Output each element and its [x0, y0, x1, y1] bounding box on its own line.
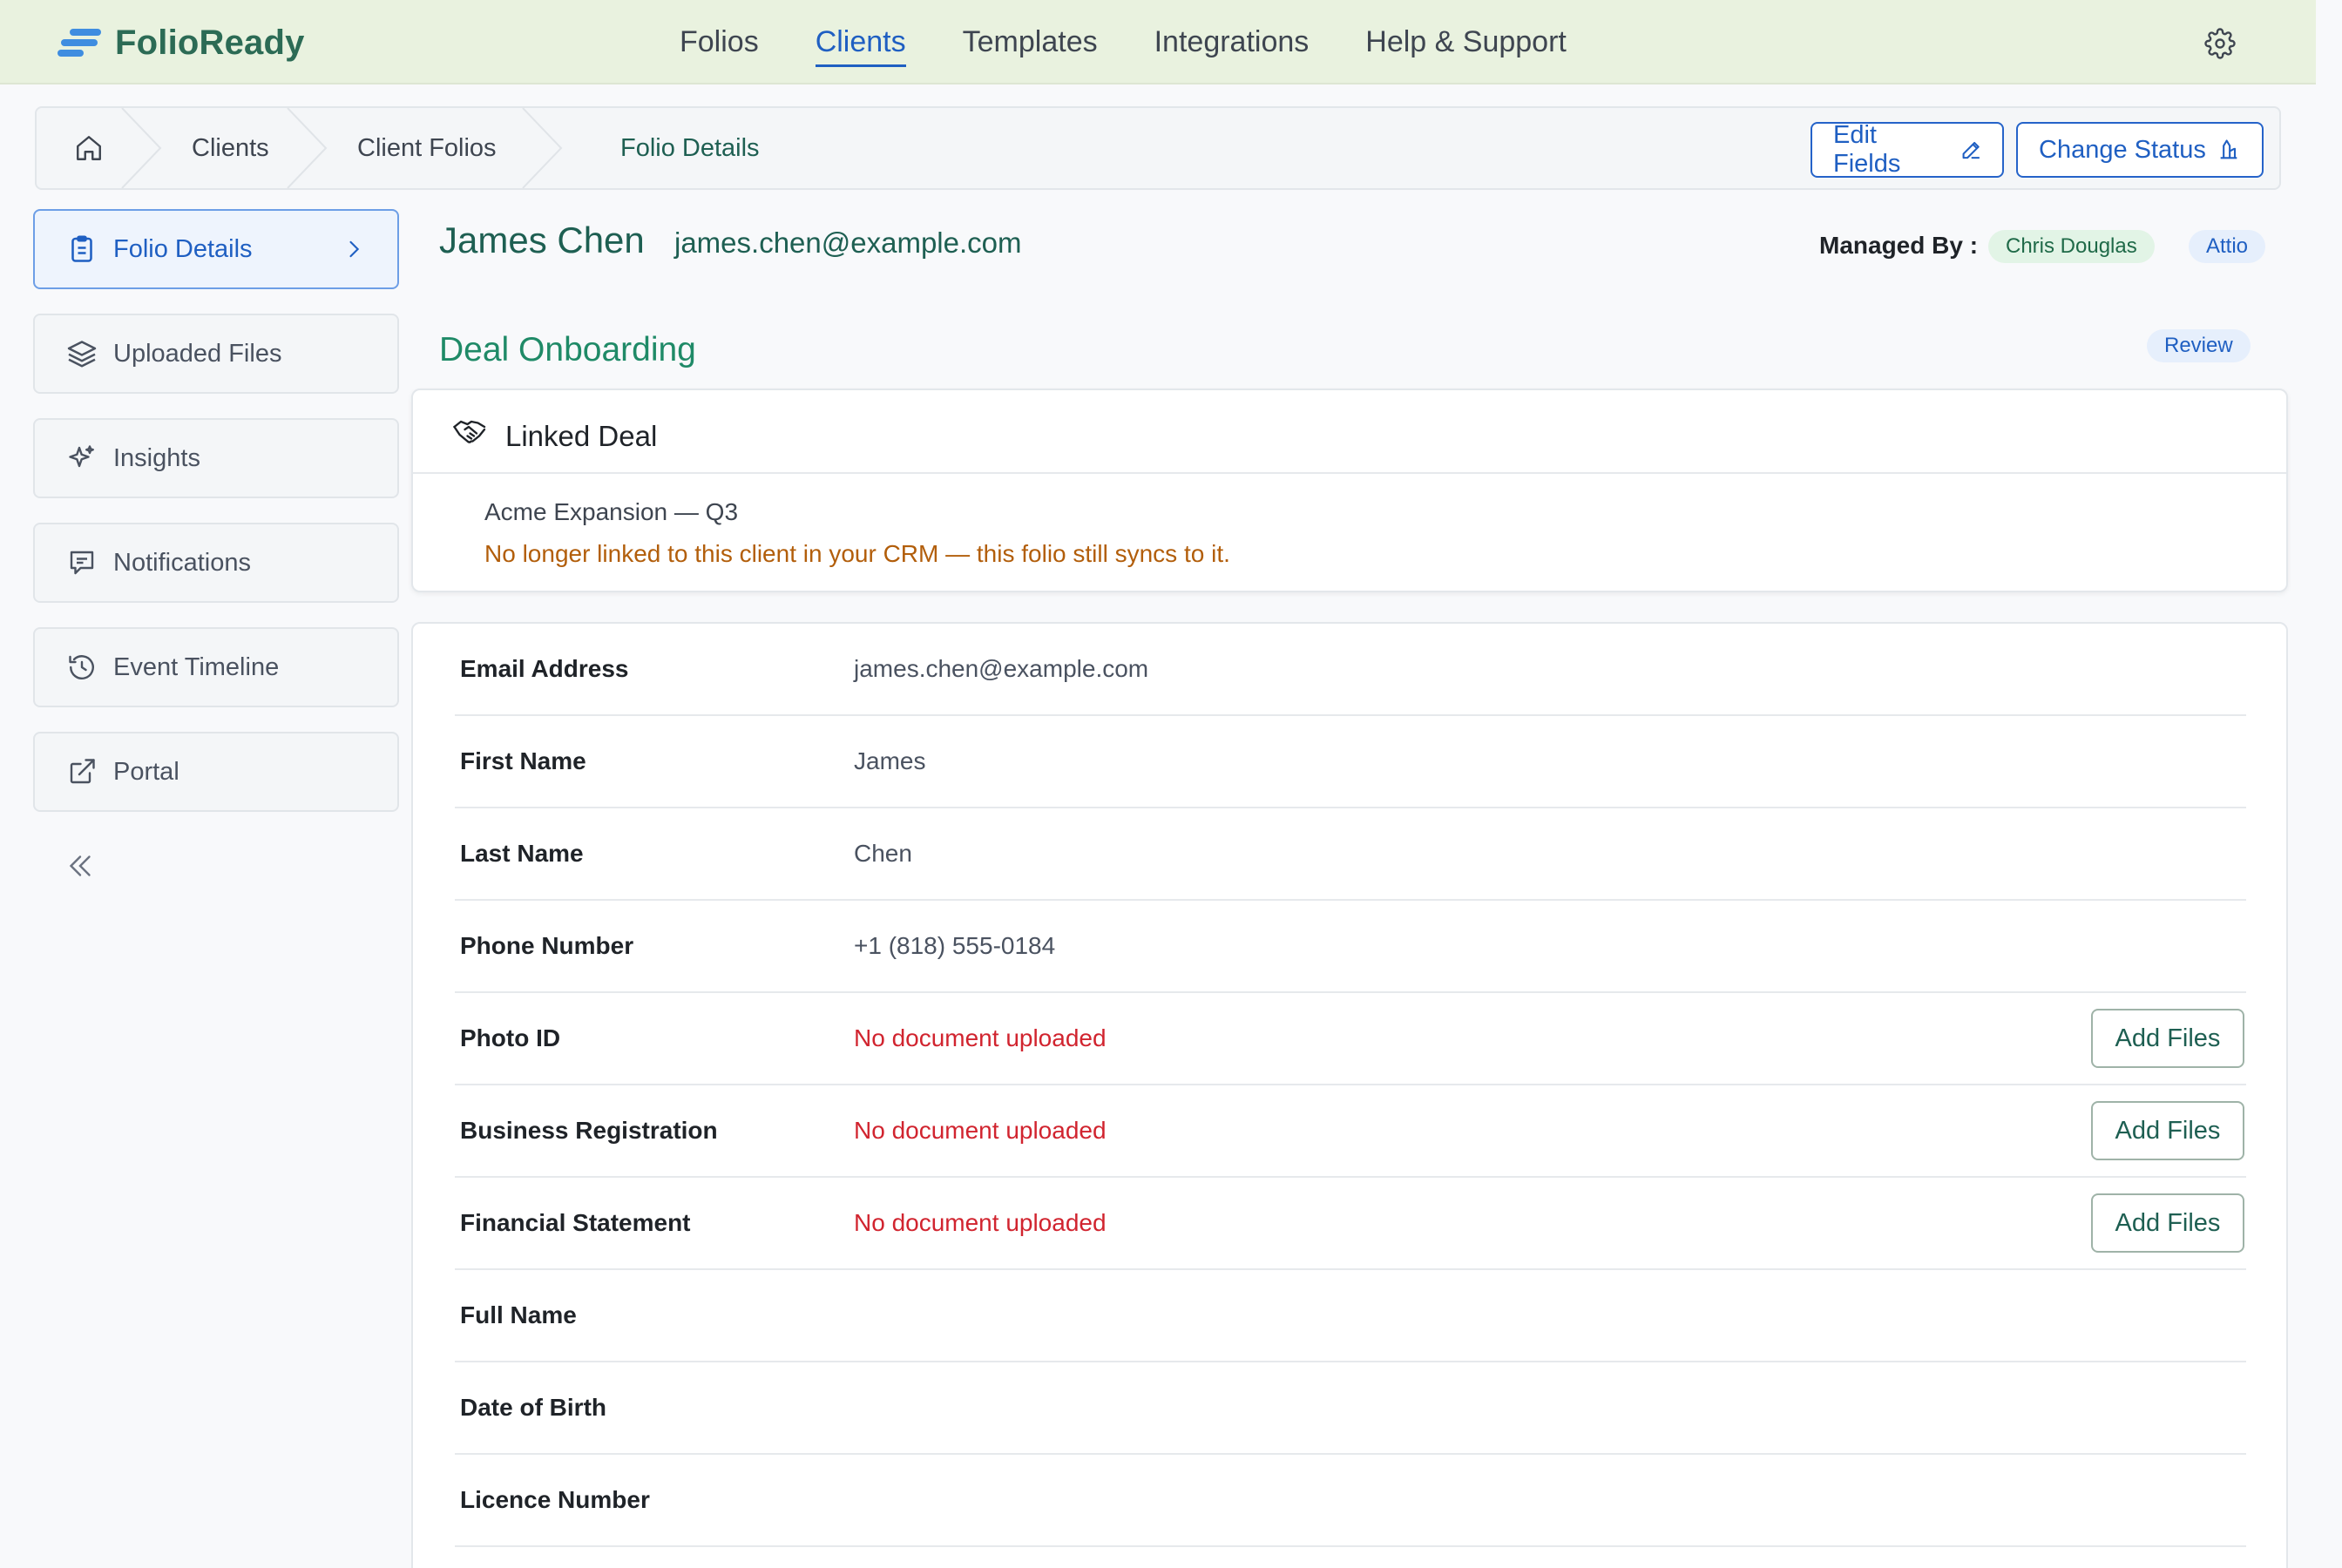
change-status-label: Change Status — [2039, 135, 2206, 164]
field-label: Last Name — [460, 840, 584, 867]
crm-badge[interactable]: Attio — [2189, 230, 2266, 263]
home-icon — [77, 136, 101, 160]
field-row-photo-id: Photo ID No document uploaded Add Files — [455, 993, 2246, 1085]
field-row-business-registration: Business Registration No document upload… — [455, 1085, 2246, 1178]
linked-deal-card: Linked Deal Acme Expansion — Q3 No longe… — [411, 389, 2288, 592]
client-name: James Chen — [439, 220, 645, 260]
field-label: Licence Number — [460, 1486, 650, 1513]
sidebar-item-insights[interactable]: Insights — [33, 418, 399, 498]
field-label: Date of Birth — [460, 1394, 606, 1421]
deal-warning: No longer linked to this client in your … — [484, 540, 1230, 567]
field-value: james.chen@example.com — [854, 655, 1149, 682]
field-row-email-address: Email Address james.chen@example.com — [455, 624, 2246, 716]
sidebar-item-notifications[interactable]: Notifications — [33, 523, 399, 603]
field-row-full-name: Full Name — [455, 1270, 2246, 1362]
field-label: Phone Number — [460, 932, 634, 959]
sidebar-item-label: Portal — [113, 757, 179, 786]
gear-icon[interactable] — [2204, 28, 2236, 59]
edit-fields-label: Edit Fields — [1833, 121, 1901, 178]
managed-by-label: Managed By : — [1819, 232, 1979, 259]
sidebar-item-portal[interactable]: Portal — [33, 732, 399, 812]
field-label: Email Address — [460, 655, 629, 682]
field-value: Chen — [854, 840, 912, 867]
nav-templates[interactable]: Templates — [963, 0, 1098, 84]
top-navigation: FolioReady Folios Clients Templates Inte… — [0, 0, 2316, 84]
signature-icon — [2220, 139, 2237, 159]
sidebar-item-label: Notifications — [113, 548, 251, 577]
deal-name[interactable]: Acme Expansion — Q3 — [484, 498, 738, 526]
field-value-missing: No document uploaded — [854, 1024, 1107, 1051]
field-row-financial-statement: Financial Statement No document uploaded… — [455, 1178, 2246, 1270]
sidebar-item-label: Event Timeline — [113, 652, 280, 681]
external-link-icon — [70, 759, 95, 784]
status-badge: Review — [2147, 329, 2251, 362]
sidebar-item-folio-details[interactable]: Folio Details — [33, 209, 399, 289]
breadcrumb-folio-details: Folio Details — [620, 133, 760, 162]
add-files-button[interactable]: Add Files — [2091, 1193, 2244, 1253]
field-value-missing: No document uploaded — [854, 1209, 1107, 1236]
linked-deal-header: Linked Deal — [413, 390, 2286, 474]
field-label: Full Name — [460, 1301, 577, 1328]
chevron-right-icon — [349, 240, 360, 258]
field-label: First Name — [460, 747, 586, 774]
field-row-last-name: Last Name Chen — [455, 808, 2246, 901]
sparkle-icon — [69, 445, 94, 468]
field-row-first-name: First Name James — [455, 716, 2246, 808]
nav-help-support[interactable]: Help & Support — [1365, 0, 1567, 84]
section-title: Deal Onboarding — [439, 331, 696, 368]
nav-folios[interactable]: Folios — [680, 0, 759, 84]
field-label: Photo ID — [460, 1024, 561, 1051]
sidebar-item-label: Uploaded Files — [113, 339, 282, 368]
brand-icon — [58, 25, 103, 60]
client-email[interactable]: james.chen@example.com — [674, 226, 1022, 260]
folio-fields-card: Email Address james.chen@example.com Fir… — [411, 622, 2288, 1568]
manager-badge[interactable]: Chris Douglas — [1988, 230, 2155, 263]
sidebar-item-uploaded-files[interactable]: Uploaded Files — [33, 314, 399, 394]
field-value: James — [854, 747, 926, 774]
double-chevron-left-icon[interactable] — [63, 850, 98, 882]
brand-logo[interactable]: FolioReady — [58, 21, 305, 64]
main-nav: Folios Clients Templates Integrations He… — [680, 0, 1623, 84]
nav-clients[interactable]: Clients — [815, 0, 906, 84]
nav-integrations[interactable]: Integrations — [1154, 0, 1310, 84]
brand-name: FolioReady — [115, 23, 305, 62]
add-files-button[interactable]: Add Files — [2091, 1009, 2244, 1068]
pencil-icon — [1962, 141, 1980, 159]
clipboard-icon — [71, 235, 92, 262]
message-icon — [70, 551, 94, 575]
breadcrumb: Clients Client Folios Folio Details Edit… — [35, 106, 2281, 190]
edit-fields-button[interactable]: Edit Fields — [1811, 121, 2004, 178]
field-label: Financial Statement — [460, 1209, 691, 1236]
change-status-button[interactable]: Change Status — [2016, 122, 2264, 178]
field-value: +1 (818) 555-0184 — [854, 932, 1056, 959]
sidebar-item-label: Folio Details — [113, 234, 253, 263]
field-label: Business Registration — [460, 1117, 718, 1144]
field-value-missing: No document uploaded — [854, 1117, 1107, 1144]
linked-deal-title: Linked Deal — [505, 420, 658, 452]
add-files-button[interactable]: Add Files — [2091, 1101, 2244, 1160]
sidebar-item-label: Insights — [113, 443, 200, 472]
sidebar-item-event-timeline[interactable]: Event Timeline — [33, 627, 399, 707]
history-icon — [69, 655, 94, 679]
field-row-phone-number: Phone Number +1 (818) 555-0184 — [455, 901, 2246, 993]
breadcrumb-client-folios[interactable]: Client Folios — [307, 108, 542, 188]
handshake-icon — [453, 420, 486, 443]
breadcrumb-clients[interactable]: Clients — [141, 108, 307, 188]
field-row-licence-number: Licence Number — [455, 1455, 2246, 1547]
field-row-date-of-birth: Date of Birth — [455, 1362, 2246, 1455]
layers-icon — [67, 341, 97, 368]
